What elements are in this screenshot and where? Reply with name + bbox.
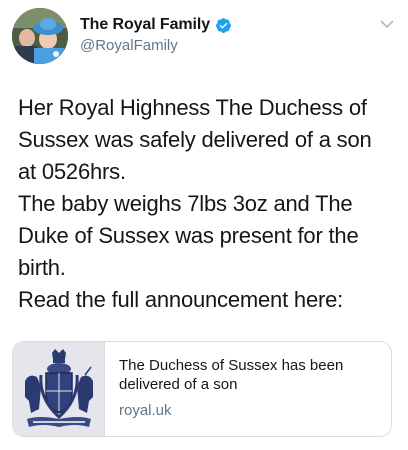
display-name-row: The Royal Family [80,16,396,34]
chevron-down-icon[interactable] [380,16,394,29]
handle[interactable]: @RoyalFamily [80,37,396,54]
tweet-paragraph: The baby weighs 7lbs 3oz and The Duke of… [18,191,359,280]
tweet-paragraph: Read the full announcement here: [18,287,344,312]
card-domain: royal.uk [119,402,172,419]
display-name[interactable]: The Royal Family [80,16,210,34]
tweet-paragraph: Her Royal Highness The Duchess of Sussex… [18,95,372,184]
royal-coat-of-arms-icon [24,349,93,427]
card-thumbnail[interactable] [13,342,105,436]
tweet-text: Her Royal Highness The Duchess of Sussex… [12,92,396,316]
profile-photo-icon [12,8,68,64]
author-names: The Royal Family @RoyalFamily [80,16,396,54]
card-title[interactable]: The Duchess of Sussex has been delivered… [119,356,379,394]
tweet-header: The Royal Family @RoyalFamily [12,8,396,72]
card-content[interactable]: The Duchess of Sussex has been delivered… [105,342,391,436]
link-card[interactable]: The Duchess of Sussex has been delivered… [12,341,392,437]
tweet: The Royal Family @RoyalFamily Her Royal … [0,0,408,450]
avatar[interactable] [12,8,68,64]
verified-badge-icon [215,17,232,34]
